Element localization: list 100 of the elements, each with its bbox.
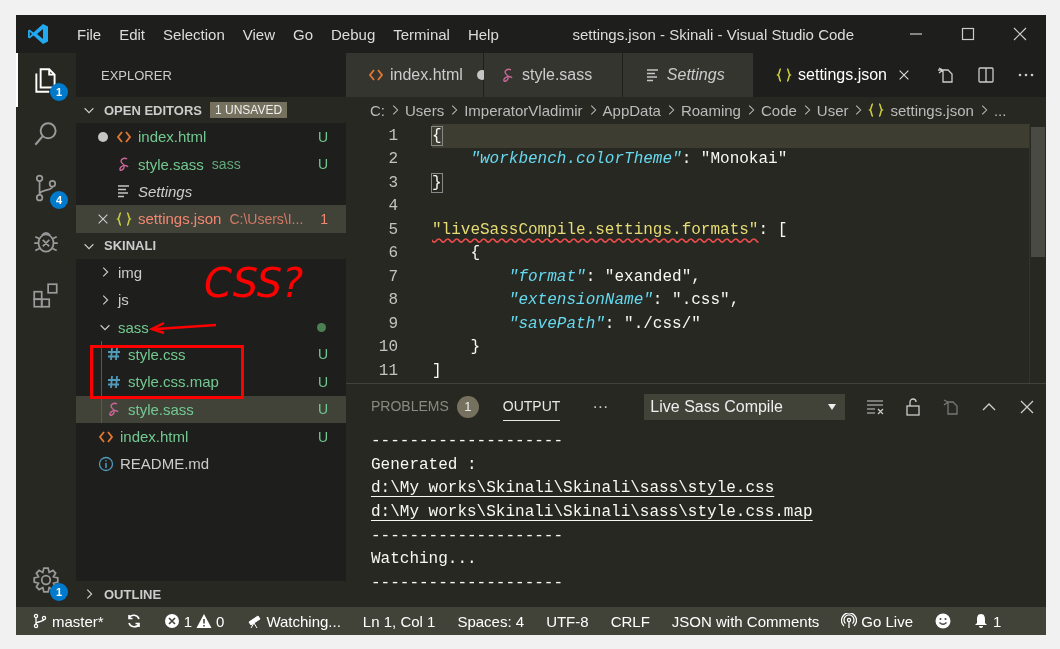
chevron-icon (390, 103, 400, 117)
menu-item[interactable]: Debug (322, 25, 385, 43)
line-number: 3 (387, 173, 398, 192)
status-item[interactable]: UTF-8 (546, 612, 589, 630)
open-editor-item[interactable]: style.sass sass U (76, 150, 346, 178)
status-letter: U (317, 373, 328, 390)
tree-item[interactable]: img (118, 263, 143, 281)
open-editor-item[interactable]: index.html U (76, 123, 346, 151)
braces-icon (868, 102, 885, 118)
editor-tab[interactable]: index.html (346, 53, 484, 97)
line-number: 10 (377, 338, 398, 357)
code-token: { (469, 244, 480, 263)
lines-icon (116, 183, 132, 200)
breadcrumb[interactable]: Roaming (680, 101, 741, 119)
menu-item[interactable]: Selection (154, 25, 234, 43)
count-badge: 1 (50, 83, 68, 101)
problems-status[interactable]: 1 0 (163, 612, 225, 630)
editor-tab[interactable]: Settings (622, 53, 755, 97)
tree-item[interactable]: README.md (120, 455, 210, 473)
output-line: -------------------- (371, 573, 564, 592)
output-line: Generated : (371, 455, 477, 474)
status-item[interactable]: JSON with Comments (671, 612, 820, 630)
status-letter: U (317, 156, 328, 173)
braces-icon (116, 210, 132, 227)
menu-item[interactable]: File (68, 25, 111, 43)
angle-brackets-icon (368, 67, 384, 83)
code-token: } (469, 338, 480, 357)
watch-status[interactable]: Watching... (246, 612, 341, 630)
breadcrumb[interactable]: Code (760, 101, 797, 119)
settings-icon[interactable] (31, 565, 61, 595)
code-token: ] (432, 361, 442, 380)
file-name: index.html (138, 128, 207, 146)
code-token: } (432, 173, 442, 192)
section-header[interactable]: SKINALI (76, 232, 346, 259)
sync-icon[interactable] (125, 613, 142, 629)
file-path: C:\Users\I... (229, 210, 304, 227)
breadcrumb[interactable]: ... (993, 101, 1007, 119)
extensions-icon[interactable] (31, 281, 61, 311)
file-link[interactable]: d:\My works\Skinali\Skinali\sass\style.css (371, 479, 775, 498)
file-name: settings.json (138, 210, 222, 228)
go-live-button[interactable]: Go Live (841, 612, 914, 630)
editor-tab[interactable]: style.sass (484, 53, 623, 97)
status-item[interactable]: Ln 1, Col 1 (362, 612, 436, 630)
telescope-icon (246, 613, 263, 629)
breadcrumb[interactable]: Users (405, 101, 445, 119)
channel-dropdown[interactable]: Live Sass Compile (644, 393, 846, 420)
breadcrumb[interactable]: settings.json (890, 101, 974, 119)
split-editor-icon[interactable] (976, 65, 996, 85)
notifications-status[interactable]: 1 (973, 612, 1002, 630)
chevron-icon (449, 103, 460, 117)
breadcrumb[interactable]: ImperatorVladimir (464, 101, 583, 119)
tree-item[interactable]: sass (118, 318, 149, 336)
line-number: 1 (387, 126, 398, 145)
status-letter: U (317, 428, 328, 445)
app-logo-icon (26, 22, 50, 46)
status-item[interactable]: Spaces: 4 (457, 612, 525, 630)
section-header[interactable]: OPEN EDITORS 1 UNSAVED (76, 97, 346, 123)
panel-tab[interactable]: OUTPUT (502, 392, 561, 421)
handwritten-note: CSS? (204, 262, 304, 303)
line-number: 7 (387, 267, 398, 286)
maximize-icon[interactable] (960, 26, 976, 42)
status-item[interactable]: CRLF (610, 612, 650, 630)
tree-item[interactable]: index.html (120, 428, 189, 446)
tree-item[interactable]: js (118, 291, 129, 309)
scrollbar-thumb[interactable] (1031, 127, 1045, 257)
menu-item[interactable]: Go (284, 25, 322, 43)
code-token: : ".css", (652, 291, 740, 310)
breadcrumb[interactable]: AppData (602, 101, 661, 119)
menu-item[interactable]: Terminal (384, 25, 459, 43)
file-link[interactable]: d:\My works\Skinali\Skinali\sass\style.css.map (371, 502, 813, 521)
branch-icon (32, 613, 48, 629)
tree-item[interactable]: style.sass (128, 400, 194, 418)
code-token: "format" (507, 267, 586, 286)
open-editor-item[interactable]: settings.json C:\Users\I... 1 (76, 205, 346, 233)
open-editor-item[interactable]: Settings (76, 177, 346, 206)
menu-item[interactable]: Help (458, 25, 508, 43)
more-button[interactable]: ··· (592, 397, 609, 416)
breadcrumb[interactable]: C: (370, 101, 385, 119)
output-line: -------------------- (371, 526, 564, 545)
line-number: 11 (377, 361, 398, 380)
line-number: 2 (387, 150, 398, 169)
lines-icon (644, 67, 661, 83)
tree-item[interactable]: style.css (128, 345, 186, 363)
section-header[interactable]: OUTLINE (76, 581, 346, 607)
bell-icon (973, 613, 990, 629)
line-number: 5 (387, 220, 398, 239)
lock-icon[interactable] (903, 396, 923, 417)
panel-tab[interactable]: PROBLEMS (371, 392, 449, 421)
close-icon[interactable] (1012, 26, 1028, 42)
open-changes-icon[interactable] (936, 65, 956, 85)
breadcrumb[interactable]: User (816, 101, 849, 119)
smiley-icon[interactable] (935, 613, 952, 629)
close-icon[interactable] (897, 68, 911, 82)
branch-status[interactable]: master* (32, 612, 104, 630)
menu-item[interactable]: Edit (110, 25, 155, 43)
count-badge: 1 (456, 395, 479, 418)
code-token: : [ (758, 220, 788, 239)
code-token: : "exanded", (585, 267, 701, 286)
tree-item[interactable]: style.css.map (128, 373, 219, 391)
menu-item[interactable]: View (233, 25, 284, 43)
